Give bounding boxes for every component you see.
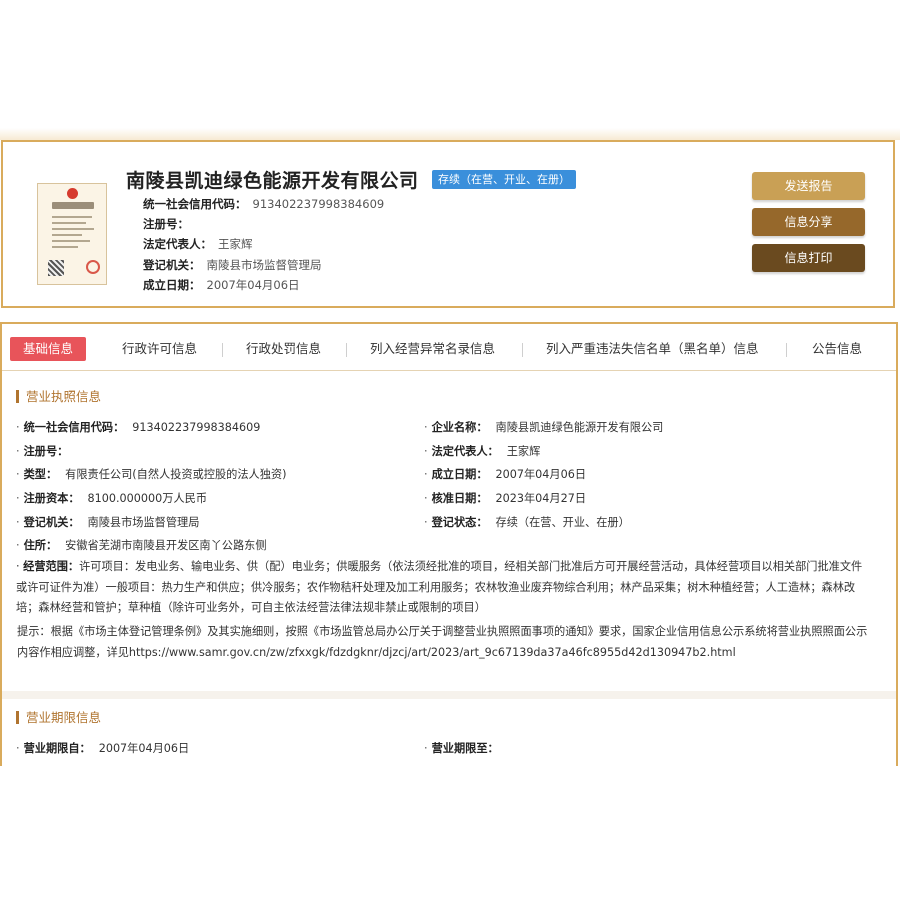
print-info-button[interactable]: 信息打印	[752, 244, 865, 272]
field-term-from: · 营业期限自： 2007年04月06日	[16, 742, 190, 755]
section-divider	[2, 691, 896, 699]
field-label: 营业期限至：	[431, 742, 499, 755]
header-credit-code-label: 统一社会信用代码：	[143, 197, 247, 211]
license-section-title: 营业执照信息	[16, 390, 101, 403]
field-type: · 类型： 有限责任公司(自然人投资或控股的法人独资)	[16, 468, 287, 481]
field-label: 营业期限自：	[23, 742, 91, 755]
tab-separator	[786, 343, 787, 357]
field-founded: · 成立日期： 2007年04月06日	[424, 468, 587, 481]
field-label: 法定代表人：	[431, 445, 499, 458]
field-label: 登记状态：	[431, 516, 488, 529]
field-credit-code: · 统一社会信用代码： 913402237998384609	[16, 421, 261, 434]
share-info-button[interactable]: 信息分享	[752, 208, 865, 236]
header-legal-rep-label: 法定代表人：	[143, 237, 212, 251]
header-founded-label: 成立日期：	[143, 278, 201, 292]
adjustment-notice: 提示：根据《市场主体登记管理条例》及其实施细则，按照《市场监管总局办公厅关于调整…	[17, 625, 868, 659]
field-reg-status: · 登记状态： 存续（在营、开业、在册）	[424, 516, 630, 529]
field-address: · 住所： 安徽省芜湖市南陵县开发区南丫公路东侧	[16, 539, 267, 552]
license-title-mark	[52, 202, 94, 209]
field-company-name: · 企业名称： 南陵县凯迪绿色能源开发有限公司	[424, 421, 664, 434]
national-emblem-icon	[67, 188, 78, 199]
field-label: 注册资本：	[23, 492, 80, 505]
company-name-title: 南陵县凯迪绿色能源开发有限公司	[126, 170, 419, 192]
tab-separator	[222, 343, 223, 357]
license-text-line	[52, 246, 78, 248]
license-text-line	[52, 222, 86, 224]
field-legal-rep: · 法定代表人： 王家辉	[424, 445, 541, 458]
header-reg-no-label: 注册号：	[143, 217, 189, 231]
field-value: 2007年04月06日	[98, 742, 190, 755]
tab-abnormal-list[interactable]: 列入经营异常名录信息	[370, 338, 495, 360]
business-license-thumbnail[interactable]	[37, 183, 107, 285]
tab-separator	[522, 343, 523, 357]
header-authority-row: 登记机关： 南陵县市场监督管理局	[143, 257, 322, 273]
header-founded-row: 成立日期： 2007年04月06日	[143, 277, 300, 293]
term-section-title: 营业期限信息	[16, 711, 101, 724]
send-report-button[interactable]: 发送报告	[752, 172, 865, 200]
header-legal-rep-row: 法定代表人： 王家辉	[143, 236, 253, 252]
tab-basic-info[interactable]: 基础信息	[10, 337, 87, 361]
field-value: 2023年04月27日	[495, 492, 587, 505]
field-value: 2007年04月06日	[495, 468, 587, 481]
tab-admin-penalty[interactable]: 行政处罚信息	[246, 338, 321, 360]
license-text-line	[52, 240, 90, 242]
header-founded-value: 2007年04月06日	[206, 278, 300, 292]
field-value: 8100.000000万人民币	[87, 492, 208, 505]
field-label: 核准日期：	[431, 492, 488, 505]
scope-label: 经营范围：	[23, 560, 80, 573]
field-value: 南陵县凯迪绿色能源开发有限公司	[495, 421, 664, 434]
tab-announcements[interactable]: 公告信息	[812, 338, 862, 360]
field-term-to: · 营业期限至：	[424, 742, 499, 755]
field-value: 王家辉	[506, 445, 541, 458]
header-credit-code-value: 913402237998384609	[252, 197, 385, 211]
field-label: 注册号：	[23, 445, 69, 458]
scope-value: 许可项目：发电业务、输电业务、供（配）电业务；供暖服务（依法须经批准的项目，经相…	[16, 560, 863, 614]
status-badge: 存续（在营、开业、在册）	[432, 170, 576, 189]
field-label: 成立日期：	[431, 468, 488, 481]
header-legal-rep-value: 王家辉	[218, 237, 253, 251]
field-label: 统一社会信用代码：	[23, 421, 125, 434]
official-seal-icon	[86, 260, 100, 274]
field-label: 住所：	[23, 539, 58, 552]
header-credit-code-row: 统一社会信用代码： 913402237998384609	[143, 196, 384, 212]
field-capital: · 注册资本： 8100.000000万人民币	[16, 492, 208, 505]
license-text-line	[52, 234, 82, 236]
field-value: 安徽省芜湖市南陵县开发区南丫公路东侧	[65, 539, 267, 552]
field-approved-date: · 核准日期： 2023年04月27日	[424, 492, 587, 505]
field-label: 登记机关：	[23, 516, 80, 529]
field-value: 南陵县市场监督管理局	[87, 516, 200, 529]
field-reg-no: · 注册号：	[16, 445, 69, 458]
field-authority: · 登记机关： 南陵县市场监督管理局	[16, 516, 200, 529]
field-value: 存续（在营、开业、在册）	[495, 516, 630, 529]
business-scope: · 经营范围：许可项目：发电业务、输电业务、供（配）电业务；供暖服务（依法须经批…	[16, 560, 863, 614]
field-value: 有限责任公司(自然人投资或控股的法人独资)	[65, 468, 287, 481]
license-text-line	[52, 228, 94, 230]
field-label: 类型：	[23, 468, 58, 481]
tab-bar: 基础信息 行政许可信息 行政处罚信息 列入经营异常名录信息 列入严重违法失信名单…	[2, 324, 896, 371]
header-reg-no-row: 注册号：	[143, 216, 195, 232]
header-top-shadow	[0, 128, 900, 140]
license-text-line	[52, 216, 92, 218]
tab-separator	[346, 343, 347, 357]
field-value: 913402237998384609	[132, 421, 261, 434]
tab-blacklist[interactable]: 列入严重违法失信名单（黑名单）信息	[546, 338, 759, 360]
tab-admin-license[interactable]: 行政许可信息	[122, 338, 197, 360]
field-label: 企业名称：	[431, 421, 488, 434]
header-authority-value: 南陵县市场监督管理局	[206, 258, 322, 272]
header-authority-label: 登记机关：	[143, 258, 201, 272]
qr-code-icon	[48, 260, 64, 276]
